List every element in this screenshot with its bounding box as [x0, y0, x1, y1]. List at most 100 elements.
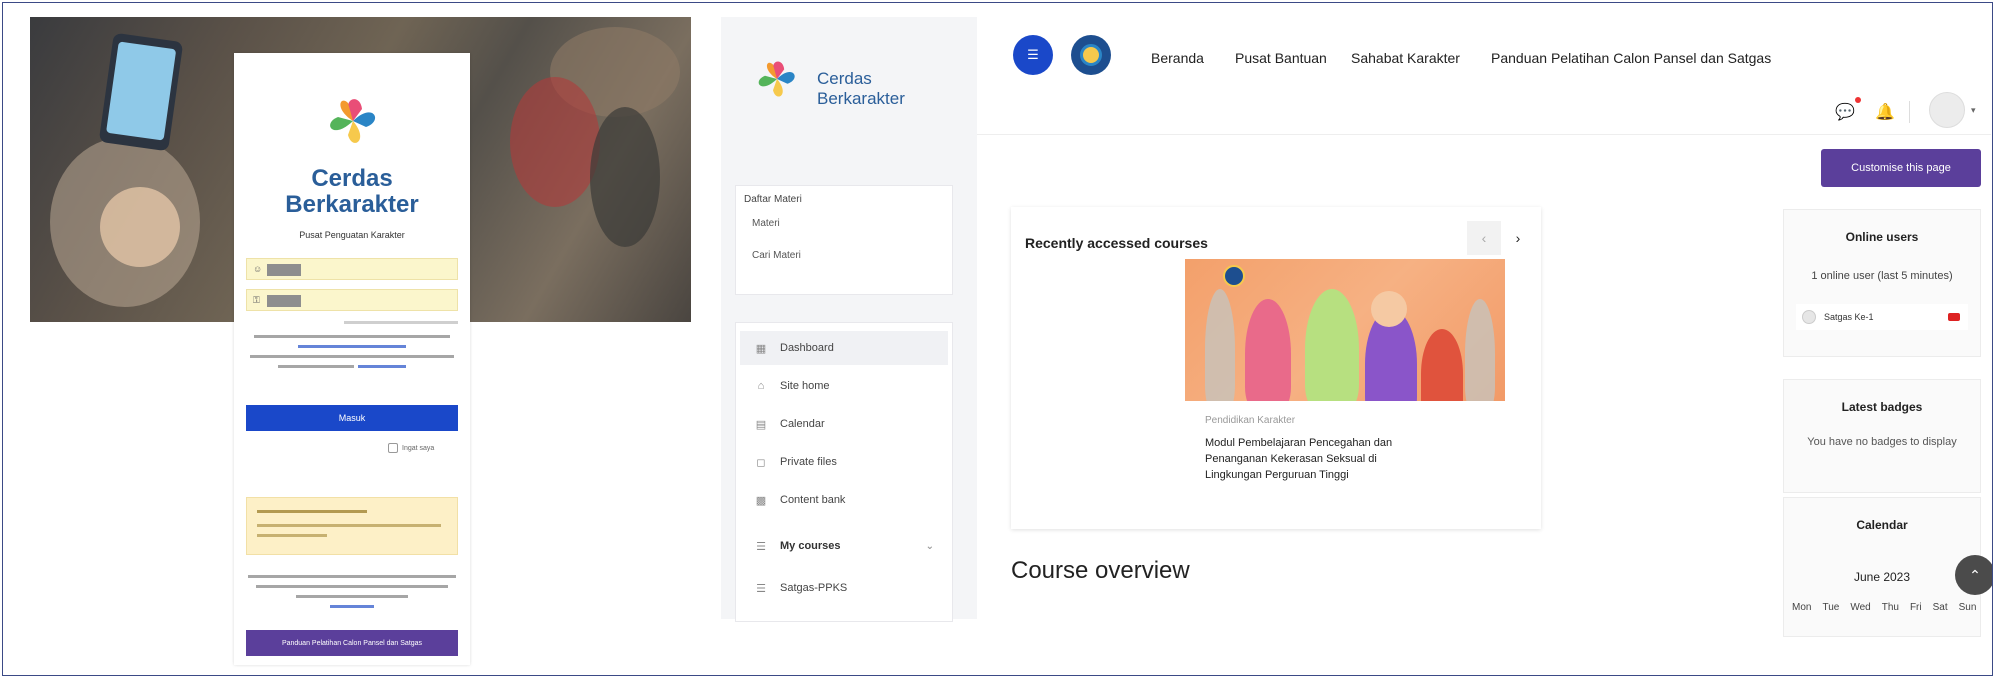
- info-text-line: [254, 335, 450, 338]
- sidebar-item-label: Dashboard: [780, 342, 834, 354]
- guide-button[interactable]: Panduan Pelatihan Calon Pansel dan Satga…: [246, 630, 458, 656]
- scroll-to-top-button[interactable]: ⌃: [1955, 555, 1992, 595]
- weekday: Wed: [1850, 602, 1871, 613]
- sidebar-item-dashboard[interactable]: ▦ Dashboard: [740, 331, 948, 365]
- main-content: ☰ Beranda Pusat Bantuan Sahabat Karakter…: [977, 17, 1991, 637]
- calendar-month: June 2023: [1853, 570, 1911, 584]
- avatar[interactable]: [1929, 92, 1965, 128]
- chevron-up-icon: ⌃: [1969, 566, 1981, 583]
- sidebar-item-satgas-ppks[interactable]: ☰ Satgas-PPKS: [740, 571, 948, 605]
- menu-toggle-button[interactable]: ☰: [1013, 35, 1053, 75]
- course-overview-title: Course overview: [1011, 557, 1190, 584]
- info-link[interactable]: [298, 345, 406, 348]
- sidebar-brand-line1: Cerdas: [817, 69, 872, 88]
- weekday: Sun: [1958, 602, 1977, 613]
- cari-materi-link[interactable]: Cari Materi: [752, 250, 801, 261]
- materi-link[interactable]: Materi: [752, 218, 780, 229]
- top-navbar: ☰ Beranda Pusat Bantuan Sahabat Karakter…: [977, 17, 1991, 135]
- customise-page-button[interactable]: Customise this page: [1821, 149, 1981, 187]
- message-icon[interactable]: [1948, 313, 1960, 321]
- online-user-item[interactable]: Satgas Ke-1: [1796, 304, 1968, 330]
- course-name-line[interactable]: Modul Pembelajaran Pencegahan dan: [1205, 437, 1392, 449]
- online-users-count: 1 online user (last 5 minutes): [1811, 270, 1953, 282]
- login-screen: Cerdas Berkarakter Pusat Penguatan Karak…: [30, 17, 691, 665]
- dashboard-icon: ▦: [755, 342, 767, 355]
- nav-panduan[interactable]: Panduan Pelatihan Calon Pansel dan Satga…: [1491, 50, 1771, 66]
- username-input[interactable]: ☺: [246, 258, 458, 280]
- info-text-line: [250, 355, 454, 358]
- course-name-line[interactable]: Lingkungan Perguruan Tinggi: [1205, 469, 1349, 481]
- sidebar-item-label: Site home: [780, 380, 830, 392]
- sidebar-item-my-courses[interactable]: ☰ My courses ⌄: [740, 529, 948, 563]
- weekday: Sat: [1932, 602, 1948, 613]
- sidebar-item-label: Private files: [780, 456, 837, 468]
- info-link[interactable]: [358, 365, 406, 368]
- kemdikbud-logo[interactable]: [1071, 35, 1111, 75]
- sidebar-item-label: Content bank: [780, 494, 846, 506]
- materi-block: Daftar Materi Materi Cari Materi: [735, 185, 953, 295]
- info-text-line: [278, 365, 354, 368]
- forgot-password-link[interactable]: [344, 321, 458, 324]
- prev-page-button[interactable]: ‹: [1467, 221, 1501, 255]
- login-button[interactable]: Masuk: [246, 405, 458, 431]
- sidebar-item-label: My courses: [780, 540, 841, 552]
- help-text-line: [248, 575, 456, 578]
- user-icon: ☺: [253, 264, 263, 274]
- course-category: Pendidikan Karakter: [1205, 415, 1296, 426]
- password-input[interactable]: ⚿: [246, 289, 458, 311]
- bell-icon[interactable]: 🔔: [1875, 102, 1895, 122]
- chevron-down-icon: ⌄: [925, 540, 934, 552]
- file-icon: ◻: [756, 456, 766, 469]
- nav-sahabat-karakter[interactable]: Sahabat Karakter: [1351, 50, 1460, 66]
- help-text-line: [256, 585, 448, 588]
- nav-pusat-bantuan[interactable]: Pusat Bantuan: [1235, 50, 1327, 66]
- dashboard-screen: Cerdas Berkarakter Daftar Materi Materi …: [721, 17, 1991, 637]
- sidebar-item-site-home[interactable]: ⌂ Site home: [740, 369, 948, 403]
- login-subtitle: Pusat Penguatan Karakter: [299, 230, 405, 240]
- remember-label: Ingat saya: [402, 444, 435, 452]
- course-name-line[interactable]: Penanganan Kekerasan Seksual di: [1205, 453, 1377, 465]
- sidebar-item-private-files[interactable]: ◻ Private files: [740, 445, 948, 479]
- sidebar-item-content-bank[interactable]: ▩ Content bank: [740, 483, 948, 517]
- recent-courses-card: Recently accessed courses ‹ › Pendidikan…: [1011, 207, 1541, 529]
- message-icon[interactable]: 💬: [1835, 102, 1855, 122]
- redacted-username: [267, 264, 301, 276]
- course-image[interactable]: [1185, 259, 1505, 401]
- login-brand-line2: Berkarakter: [285, 191, 419, 218]
- latest-badges-empty: You have no badges to display: [1807, 436, 1957, 448]
- sidebar-item-label: Calendar: [780, 418, 825, 430]
- online-users-title: Online users: [1845, 230, 1919, 244]
- latest-badges-block: Latest badges You have no badges to disp…: [1783, 379, 1981, 493]
- avatar: [1802, 310, 1816, 324]
- weekday: Tue: [1822, 602, 1840, 613]
- sidebar-item-label: Satgas-PPKS: [780, 582, 848, 594]
- online-user-name: Satgas Ke-1: [1824, 312, 1874, 322]
- login-brand-line1: Cerdas: [311, 165, 393, 192]
- sidebar-brand-line2: Berkarakter: [817, 89, 905, 108]
- help-link[interactable]: [330, 605, 374, 608]
- help-text-line: [296, 595, 408, 598]
- remember-me[interactable]: Ingat saya: [388, 443, 434, 453]
- course-card[interactable]: Pendidikan Karakter Modul Pembelajaran P…: [1185, 259, 1505, 509]
- weekday: Thu: [1881, 602, 1899, 613]
- nav-beranda[interactable]: Beranda: [1151, 50, 1204, 66]
- divider: [1909, 101, 1910, 123]
- home-icon: ⌂: [757, 380, 765, 392]
- next-page-button[interactable]: ›: [1501, 221, 1535, 255]
- content-bank-icon: ▩: [755, 494, 767, 507]
- notice-box: [246, 497, 458, 555]
- chevron-down-icon[interactable]: ▾: [1971, 105, 1976, 116]
- kemdikbud-logo: [1223, 265, 1245, 287]
- calendar-weekdays: Mon Tue Wed Thu Fri Sat Sun: [1792, 602, 1980, 613]
- sidebar-item-calendar[interactable]: ▤ Calendar: [740, 407, 948, 441]
- lock-icon: ⚿: [253, 295, 260, 305]
- unread-dot: [1855, 97, 1861, 103]
- chevron-left-icon: ‹: [1481, 230, 1487, 246]
- recent-courses-title: Recently accessed courses: [1025, 235, 1208, 251]
- menu-icon: ☰: [1027, 47, 1039, 62]
- weekday: Mon: [1792, 602, 1812, 613]
- course-icon: ☰: [756, 582, 766, 595]
- remember-checkbox[interactable]: [388, 443, 398, 453]
- graduation-icon: ☰: [756, 540, 766, 553]
- chevron-right-icon: ›: [1515, 230, 1521, 246]
